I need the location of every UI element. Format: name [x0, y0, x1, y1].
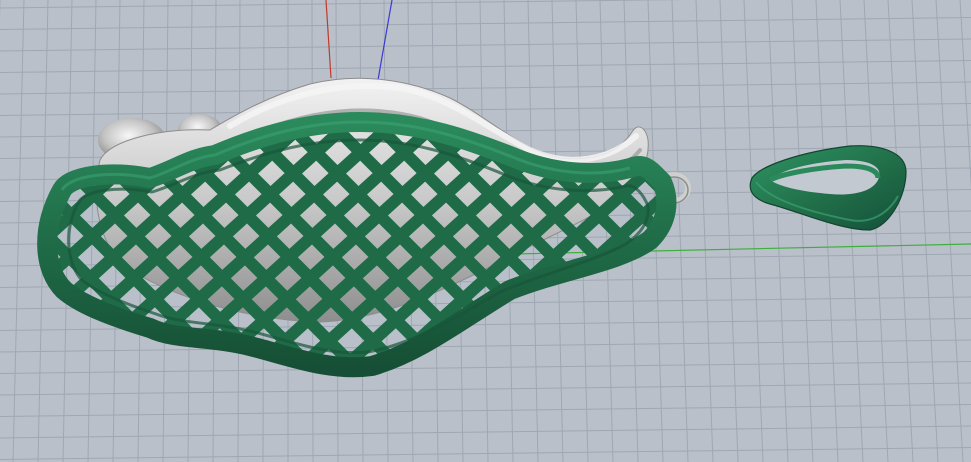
grid-line-horizontal [0, 404, 971, 417]
grid-line-horizontal [0, 0, 688, 9]
lattice-bar-diagonal-b [704, 100, 971, 400]
viewport-canvas[interactable] [0, 0, 971, 462]
grid-line-vertical [863, 0, 889, 462]
grid-line-vertical [12, 0, 25, 462]
lattice-bar-diagonal-b [880, 100, 971, 400]
grid-line-horizontal [0, 425, 971, 439]
grid-line-horizontal [0, 60, 971, 73]
lattice-bar-diagonal-b [611, 122, 667, 368]
grid-line-vertical [911, 0, 939, 462]
lattice-bar-diagonal-a [704, 100, 971, 400]
grid-line-vertical [815, 0, 839, 462]
grid-line-vertical [767, 0, 789, 462]
grid-line-horizontal [0, 361, 971, 374]
grid-line-horizontal [0, 447, 971, 460]
z-axis-line [325, 0, 332, 79]
grid-line-vertical [839, 0, 864, 462]
lattice-bar-diagonal-b [924, 100, 971, 400]
grid-line-vertical [791, 0, 814, 462]
lattice-bar-diagonal-a [924, 100, 971, 400]
lattice-bar-diagonal-a [611, 122, 667, 368]
grid-line-vertical [887, 0, 914, 462]
grid-line-horizontal [0, 103, 971, 116]
grid-line-vertical [743, 0, 764, 462]
grid-line-horizontal [0, 382, 971, 396]
grid-line-vertical [671, 0, 689, 462]
grid-line-vertical [935, 0, 964, 462]
lattice-bar-diagonal-a [748, 100, 971, 400]
grid-line-horizontal [0, 81, 971, 95]
3d-viewport[interactable] [0, 0, 971, 462]
grid-line-horizontal [0, 17, 971, 30]
grid-line-vertical [695, 0, 714, 462]
lattice-bar-diagonal-a [880, 100, 971, 400]
bail-ring[interactable] [749, 145, 907, 231]
grid-line-horizontal [0, 38, 971, 52]
grid-line-vertical [959, 0, 971, 190]
grid-line-vertical [719, 0, 739, 462]
lattice-bar-diagonal-b [0, 100, 22, 400]
lattice-bar-diagonal-b [748, 100, 971, 400]
